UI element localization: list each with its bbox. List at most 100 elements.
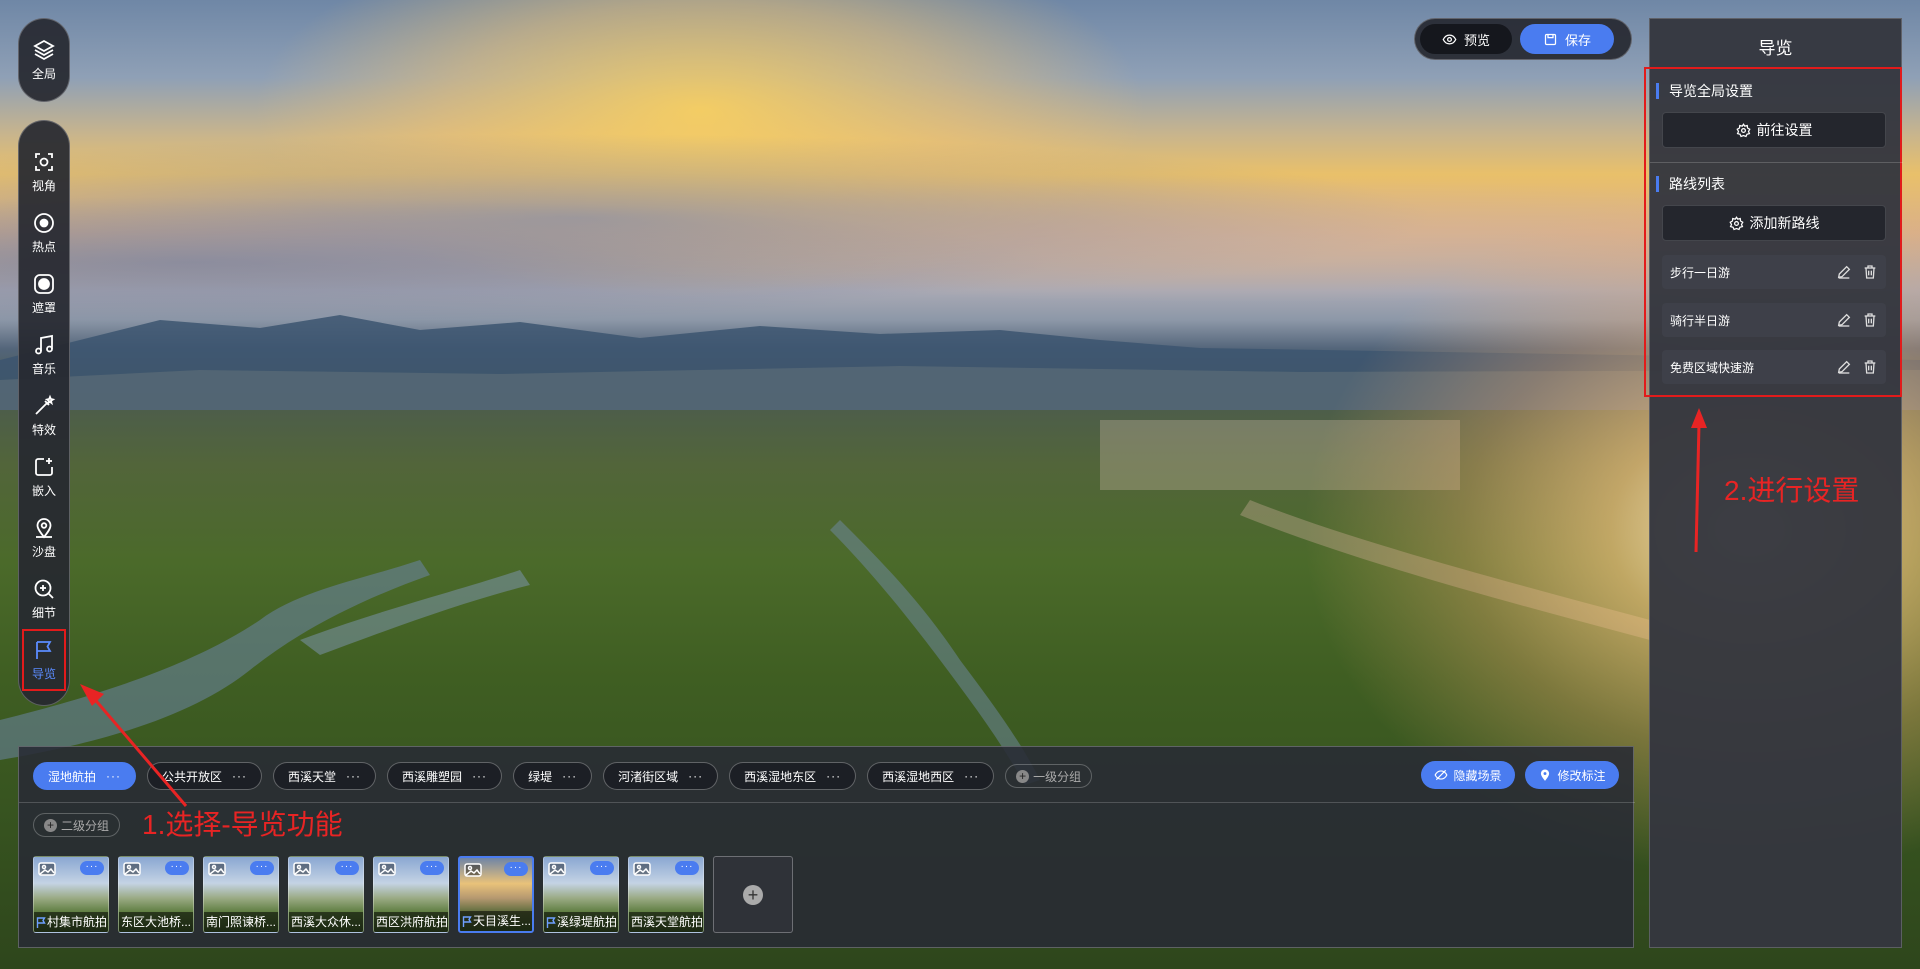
- add-subgroup-button[interactable]: + 二级分组: [33, 813, 121, 837]
- more-icon[interactable]: ···: [335, 861, 359, 875]
- image-icon: [548, 862, 566, 876]
- plus-icon: +: [1016, 769, 1030, 783]
- more-icon[interactable]: ···: [590, 861, 614, 875]
- group-chip[interactable]: 西溪天堂 ···: [273, 762, 377, 790]
- tool-mask[interactable]: 遮罩: [22, 263, 66, 324]
- edit-icon[interactable]: [1836, 359, 1852, 375]
- scene-thumbnails: ··· 村集市航拍 ··· 东区大池桥... ··· 南门照谏桥... ··· …: [33, 856, 793, 933]
- save-button[interactable]: 保存: [1520, 24, 1614, 54]
- more-icon[interactable]: ···: [964, 769, 979, 783]
- image-icon: [464, 863, 482, 877]
- more-icon[interactable]: ···: [346, 769, 361, 783]
- more-icon[interactable]: ···: [562, 769, 577, 783]
- scene-name: 天目溪生...: [473, 914, 532, 928]
- annotation-step2: 2.进行设置: [1724, 475, 1860, 506]
- tool-music[interactable]: 音乐: [22, 324, 66, 385]
- gear-icon: [1735, 122, 1751, 137]
- hide-scene-button[interactable]: 隐藏场景: [1421, 761, 1515, 789]
- add-scene-button[interactable]: +: [713, 856, 793, 933]
- scene-name: 西溪天堂航拍: [631, 915, 703, 929]
- tool-embed-label: 嵌入: [31, 483, 56, 498]
- feature-toolbar: 视角 热点 遮罩 音乐 特效 嵌入 沙盘 细节 导览: [18, 120, 70, 706]
- group-chip[interactable]: 湿地航拍 ···: [33, 762, 137, 790]
- group-label: 西溪湿地东区: [744, 769, 817, 784]
- tool-tour[interactable]: 导览: [22, 629, 66, 691]
- tool-tour-label: 导览: [31, 667, 56, 681]
- edit-marker-button[interactable]: 修改标注: [1525, 761, 1619, 789]
- scene-panel: 湿地航拍 ··· 公共开放区 ··· 西溪天堂 ··· 西溪雕塑园 ··· 绿堤 ··· …: [18, 746, 1635, 948]
- scene-thumbnail[interactable]: ··· 溪绿堤航拍: [543, 856, 619, 933]
- tool-embed[interactable]: 嵌入: [22, 446, 66, 507]
- group-chip[interactable]: 河渚街区域 ···: [603, 762, 719, 790]
- scene-thumbnail[interactable]: ··· 村集市航拍: [33, 856, 109, 933]
- image-icon: [208, 862, 226, 876]
- global-tool-group: 全局: [18, 18, 70, 102]
- group-chip[interactable]: 西溪湿地西区 ···: [867, 762, 995, 790]
- scene-thumbnail[interactable]: ··· 东区大池桥...: [118, 856, 194, 933]
- tool-view[interactable]: 视角: [22, 141, 66, 202]
- group-chip[interactable]: 西溪湿地东区 ···: [729, 762, 857, 790]
- eye-off-icon: [1434, 769, 1448, 781]
- more-icon[interactable]: ···: [675, 861, 699, 875]
- group-label: 河渚街区域: [618, 769, 679, 784]
- scene-thumbnail[interactable]: ··· 西溪天堂航拍: [628, 856, 704, 933]
- scene-name: 南门照谏桥...: [206, 915, 277, 929]
- group-chip[interactable]: 公共开放区 ···: [147, 762, 263, 790]
- top-action-bar: 预览 保存: [1414, 18, 1632, 60]
- group-label: 湿地航拍: [48, 769, 97, 784]
- more-icon[interactable]: ···: [504, 862, 528, 876]
- scene-name: 村集市航拍: [47, 915, 108, 929]
- image-icon: [38, 862, 56, 876]
- tool-global[interactable]: 全局: [22, 30, 66, 91]
- add-route-button[interactable]: 添加新路线: [1662, 205, 1886, 241]
- tool-detail[interactable]: 细节: [22, 568, 66, 629]
- image-icon: [378, 862, 396, 876]
- tool-hotspot-label: 热点: [31, 239, 56, 254]
- more-icon[interactable]: ···: [688, 769, 703, 783]
- edit-icon[interactable]: [1836, 312, 1852, 328]
- hide-scene-label: 隐藏场景: [1453, 768, 1502, 783]
- plus-icon: +: [743, 884, 763, 905]
- more-icon[interactable]: ···: [250, 861, 274, 875]
- add-group-button[interactable]: + 一级分组: [1005, 764, 1093, 788]
- preview-button[interactable]: 预览: [1420, 24, 1512, 54]
- tool-effects[interactable]: 特效: [22, 385, 66, 446]
- scene-name: 西区洪府航拍: [376, 915, 448, 929]
- group-label: 公共开放区: [162, 769, 223, 784]
- mask-icon: [34, 273, 54, 294]
- group-chip[interactable]: 西溪雕塑园 ···: [387, 762, 503, 790]
- route-item[interactable]: 步行一日游: [1662, 255, 1886, 289]
- route-item[interactable]: 骑行半日游: [1662, 303, 1886, 337]
- route-item[interactable]: 免费区域快速游: [1662, 350, 1886, 384]
- scene-caption: 西溪天堂航拍: [629, 912, 703, 932]
- more-icon[interactable]: ···: [80, 861, 104, 875]
- more-icon[interactable]: ···: [826, 769, 841, 783]
- more-icon[interactable]: ···: [106, 769, 121, 783]
- scene-caption: 西区洪府航拍: [374, 912, 448, 932]
- save-icon: [1544, 33, 1557, 45]
- plus-icon: +: [44, 818, 57, 832]
- scene-thumbnail-selected[interactable]: ··· 天目溪生...: [458, 856, 534, 933]
- scene-thumbnail[interactable]: ··· 西溪大众休...: [288, 856, 364, 933]
- scene-thumbnail[interactable]: ··· 南门照谏桥...: [203, 856, 279, 933]
- tool-hotspot[interactable]: 热点: [22, 202, 66, 263]
- flag-icon: [546, 916, 556, 928]
- trash-icon[interactable]: [1862, 312, 1878, 328]
- more-icon[interactable]: ···: [232, 769, 247, 783]
- edit-icon[interactable]: [1836, 264, 1852, 280]
- scene-name: 东区大池桥...: [121, 915, 192, 929]
- more-icon[interactable]: ···: [420, 861, 444, 875]
- panel-divider: [1650, 162, 1903, 163]
- route-name: 步行一日游: [1670, 265, 1731, 280]
- tool-sandbox[interactable]: 沙盘: [22, 507, 66, 568]
- goto-settings-button[interactable]: 前往设置: [1662, 112, 1886, 148]
- annotation-step1: 1.选择-导览功能: [142, 809, 343, 840]
- group-chip[interactable]: 绿堤 ···: [513, 762, 593, 790]
- scene-thumbnail[interactable]: ··· 西区洪府航拍: [373, 856, 449, 933]
- preview-label: 预览: [1463, 32, 1490, 48]
- more-icon[interactable]: ···: [165, 861, 189, 875]
- trash-icon[interactable]: [1862, 264, 1878, 280]
- trash-icon[interactable]: [1862, 359, 1878, 375]
- more-icon[interactable]: ···: [472, 769, 487, 783]
- scene-caption: 东区大池桥...: [119, 912, 193, 932]
